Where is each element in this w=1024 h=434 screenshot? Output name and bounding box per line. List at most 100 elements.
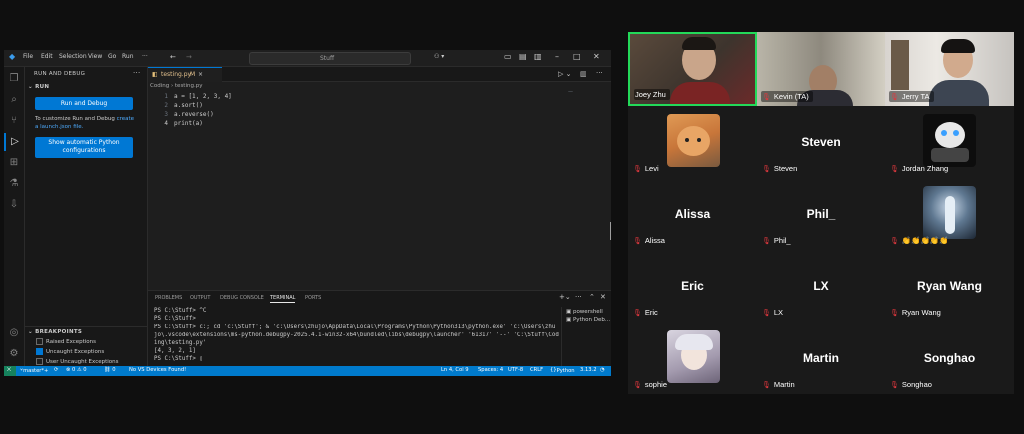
run-section-header[interactable]: ⌄ RUN bbox=[28, 84, 49, 90]
source-control-icon[interactable]: ⑂ bbox=[4, 112, 24, 130]
testing-icon[interactable]: ⚗ bbox=[4, 175, 24, 193]
tab-close-icon[interactable]: × bbox=[198, 71, 203, 78]
robot-head bbox=[935, 122, 965, 148]
panel-tab-ports[interactable]: PORTS bbox=[305, 295, 321, 301]
back-arrow-icon[interactable]: ← bbox=[170, 53, 176, 61]
editor-more-icon[interactable]: ··· bbox=[596, 69, 603, 77]
participant-tile-martin[interactable]: Martin 🎙 Martin bbox=[757, 322, 885, 394]
checkbox-unchecked[interactable] bbox=[36, 338, 43, 345]
participant-tile-songhao[interactable]: Songhao 🎙 Songhao bbox=[885, 322, 1014, 394]
menu-view[interactable]: View bbox=[88, 53, 102, 60]
run-python-file-icon[interactable]: ▷ ⌄ bbox=[558, 70, 571, 78]
sync-icon[interactable]: ⟳ bbox=[54, 367, 58, 373]
participant-tile-sophie[interactable]: 🎙 sophie bbox=[628, 322, 757, 394]
command-center-search[interactable]: Stuff bbox=[249, 52, 411, 65]
sidebar-title: RUN AND DEBUG bbox=[34, 71, 86, 77]
encoding[interactable]: UTF-8 bbox=[508, 367, 523, 373]
participant-tile-ryan-wang[interactable]: Ryan Wang 🎙 Ryan Wang bbox=[885, 250, 1014, 322]
tab-testing-py[interactable]: ◧ testing.py M × bbox=[148, 67, 222, 82]
line-endings[interactable]: CRLF bbox=[530, 367, 543, 373]
terminal-line[interactable]: PS C:\Stuff> ▯ bbox=[154, 356, 203, 362]
show-python-configs-button[interactable]: Show automatic Python configurations bbox=[35, 137, 133, 158]
remote-explorer-icon[interactable]: ⇩ bbox=[4, 196, 24, 214]
name-label: 🎙 Ryan Wang bbox=[889, 307, 945, 318]
maximize-icon[interactable]: □ bbox=[573, 52, 581, 61]
participant-tile-phil[interactable]: Phil_ 🎙 Phil_ bbox=[757, 178, 885, 250]
code-line[interactable]: print(a) bbox=[174, 120, 203, 127]
run-and-debug-button[interactable]: Run and Debug bbox=[35, 97, 133, 110]
cursor-position[interactable]: Ln 4, Col 9 bbox=[441, 367, 469, 373]
account-icon[interactable]: ◎ bbox=[4, 324, 24, 342]
terminal-item-powershell[interactable]: ▣ powershell bbox=[566, 309, 611, 315]
panel-tab-problems[interactable]: PROBLEMS bbox=[155, 295, 182, 301]
breadcrumb[interactable]: Coding › testing.py bbox=[150, 83, 202, 89]
bookshelf bbox=[891, 40, 909, 90]
breakpoints-header[interactable]: ⌄ BREAKPOINTS bbox=[28, 329, 82, 335]
python-version[interactable]: 3.13.2 bbox=[580, 367, 597, 373]
notifications-bell-icon[interactable]: ◔ bbox=[600, 367, 605, 373]
settings-gear-icon[interactable]: ⚙ bbox=[4, 345, 24, 363]
extensions-icon[interactable]: ⊞ bbox=[4, 154, 24, 172]
vs-devices-status[interactable]: No VS Devices Found! bbox=[129, 367, 186, 373]
code-line[interactable]: a = [1, 2, 3, 4] bbox=[174, 93, 232, 100]
sidebar-toggle-icon[interactable]: ▥ bbox=[534, 52, 542, 61]
participant-tile-jerry[interactable]: 🎙 Jerry TA bbox=[885, 32, 1014, 106]
language-mode[interactable]: {} Python bbox=[550, 367, 575, 374]
ports-indicator[interactable]: ⛓ 0 bbox=[104, 367, 116, 373]
new-terminal-icon[interactable]: +⌄ bbox=[559, 293, 571, 301]
split-editor-icon[interactable]: ▥ bbox=[580, 70, 587, 78]
panel-tab-output[interactable]: OUTPUT bbox=[190, 295, 210, 301]
problems-indicator[interactable]: ⊗ 0 ⚠ 0 bbox=[66, 367, 87, 373]
scrollbar-sash[interactable] bbox=[610, 222, 611, 240]
search-icon[interactable]: ⌕ bbox=[4, 91, 24, 109]
forward-arrow-icon[interactable]: → bbox=[186, 53, 192, 61]
robot-eye bbox=[953, 130, 959, 136]
breakpoint-raised-exceptions[interactable]: Raised Exceptions bbox=[36, 338, 96, 345]
breakpoint-user-uncaught-exceptions[interactable]: User Uncaught Exceptions bbox=[36, 358, 119, 365]
explorer-icon[interactable]: ❐ bbox=[4, 70, 24, 88]
panel-tab-debug-console[interactable]: DEBUG CONSOLE bbox=[220, 295, 264, 301]
breakpoint-label: Raised Exceptions bbox=[46, 339, 97, 345]
participant-tile-lx[interactable]: LX 🎙 LX bbox=[757, 250, 885, 322]
maximize-panel-icon[interactable]: ⌃ bbox=[589, 293, 595, 301]
branch-indicator[interactable]: ⑂ master*+ bbox=[20, 367, 48, 374]
participant-tile-alissa[interactable]: Alissa 🎙 Alissa bbox=[628, 178, 757, 250]
checkbox-unchecked[interactable] bbox=[36, 358, 43, 365]
participant-tile-clapping[interactable]: 🎙 👏👏👏👏👏 bbox=[885, 178, 1014, 250]
menu-run[interactable]: Run bbox=[122, 53, 134, 60]
menu-file[interactable]: File bbox=[23, 53, 33, 60]
terminal-item-python-debug[interactable]: ▣ Python Deb... bbox=[566, 317, 611, 323]
menu-edit[interactable]: Edit bbox=[41, 53, 53, 60]
code-line[interactable]: a.reverse() bbox=[174, 111, 214, 118]
participant-tile-steven[interactable]: Steven 🎙 Steven bbox=[757, 106, 885, 178]
checkbox-checked[interactable] bbox=[36, 348, 43, 355]
indentation[interactable]: Spaces: 4 bbox=[478, 367, 503, 373]
run-debug-icon[interactable]: ▷ bbox=[4, 133, 24, 151]
close-panel-icon[interactable]: ✕ bbox=[600, 293, 606, 301]
participant-tile-joey-zhu[interactable]: Joey Zhu bbox=[628, 32, 757, 106]
participant-name: Steven bbox=[773, 164, 798, 173]
panel-tab-terminal[interactable]: TERMINAL bbox=[270, 295, 296, 303]
menu-selection[interactable]: Selection bbox=[59, 53, 87, 60]
minimize-icon[interactable]: – bbox=[555, 52, 559, 61]
copilot-icon[interactable]: ⚇ ▾ bbox=[434, 53, 444, 60]
participant-tile-kevin[interactable]: 🎙 Kevin (TA) bbox=[757, 32, 885, 106]
code-line[interactable]: a.sort() bbox=[174, 102, 203, 109]
layout-icon[interactable]: ▭ bbox=[504, 52, 512, 61]
menu-more[interactable]: ··· bbox=[142, 53, 148, 60]
participant-tile-jordan-zhang[interactable]: 🎙 Jordan Zhang bbox=[885, 106, 1014, 178]
remote-indicator[interactable]: ⨉ bbox=[4, 366, 16, 376]
participant-tile-levi[interactable]: 🎙 Levi bbox=[628, 106, 757, 178]
menu-go[interactable]: Go bbox=[108, 53, 116, 60]
cat-face bbox=[677, 126, 710, 156]
terminal-line: PS C:\Stuff> c:; cd 'c:\Stuff'; & 'c:\Us… bbox=[154, 324, 556, 330]
breakpoint-uncaught-exceptions[interactable]: Uncaught Exceptions bbox=[36, 348, 104, 355]
activity-bar: ❐ ⌕ ⑂ ▷ ⊞ ⚗ ⇩ ◎ ⚙ bbox=[4, 67, 25, 366]
participant-tile-eric[interactable]: Eric 🎙 Eric bbox=[628, 250, 757, 322]
vscode-logo-icon: ◆ bbox=[9, 52, 16, 61]
more-actions-icon[interactable]: ··· bbox=[133, 69, 141, 77]
panel-more-icon[interactable]: ··· bbox=[575, 293, 582, 301]
panel-toggle-icon[interactable]: ▤ bbox=[519, 52, 527, 61]
person-shirt bbox=[670, 82, 730, 104]
close-icon[interactable]: ✕ bbox=[593, 52, 600, 61]
